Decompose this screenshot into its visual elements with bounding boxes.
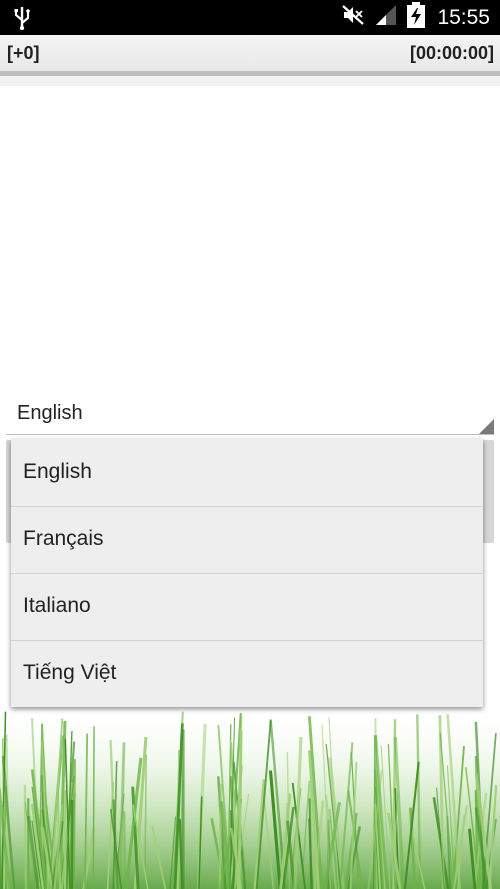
language-option-francais[interactable]: Français bbox=[11, 506, 483, 574]
score-label: [+0] bbox=[7, 43, 40, 63]
spinner-dropdown-icon bbox=[479, 419, 494, 434]
status-time: 15:55 bbox=[437, 5, 490, 29]
usb-icon bbox=[12, 6, 32, 35]
info-bar: [+0] [00:00:00] bbox=[0, 35, 500, 71]
mute-icon bbox=[341, 4, 365, 31]
status-bar: 15:55 bbox=[0, 0, 500, 35]
language-option-label: Français bbox=[23, 527, 104, 550]
language-option-italiano[interactable]: Italiano bbox=[11, 573, 483, 641]
timer-label: [00:00:00] bbox=[409, 43, 494, 63]
language-option-tieng-viet[interactable]: Tiếng Việt bbox=[11, 640, 483, 707]
language-option-label: Tiếng Việt bbox=[23, 661, 117, 684]
grass-background-image bbox=[0, 707, 500, 889]
language-spinner[interactable]: English bbox=[6, 392, 494, 435]
language-dropdown-menu: English Français Italiano Tiếng Việt bbox=[11, 439, 483, 707]
language-option-label: Italiano bbox=[23, 594, 91, 617]
header-shadow bbox=[0, 76, 500, 86]
language-option-english[interactable]: English bbox=[11, 439, 483, 507]
spinner-selected-value: English bbox=[17, 402, 83, 424]
language-option-label: English bbox=[23, 460, 92, 483]
signal-icon bbox=[375, 4, 397, 31]
battery-charging-icon bbox=[407, 2, 426, 33]
